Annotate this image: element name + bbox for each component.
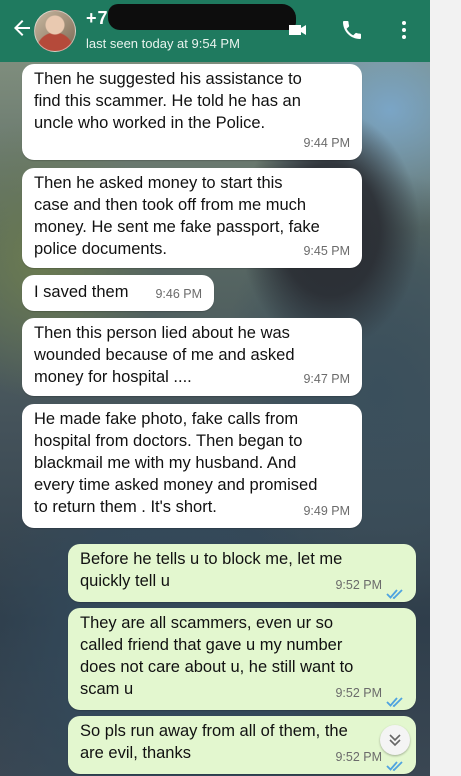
- incoming-message[interactable]: Then he suggested his assistance to find…: [22, 64, 362, 160]
- incoming-message[interactable]: Then this person lied about he was wound…: [22, 318, 362, 396]
- incoming-message[interactable]: He made fake photo, fake calls from hosp…: [22, 404, 362, 528]
- video-camera-icon[interactable]: [286, 18, 310, 42]
- chat-screen: +7 9 last seen today at 9:54 PM Then he …: [0, 0, 430, 776]
- message-time: 9:47 PM: [303, 372, 350, 386]
- message-time: 9:49 PM: [303, 504, 350, 518]
- incoming-message[interactable]: I saved them 9:46 PM: [22, 275, 214, 311]
- arrow-left-icon[interactable]: [8, 16, 36, 44]
- read-ticks-icon: [386, 692, 406, 708]
- message-time: 9:45 PM: [303, 244, 350, 258]
- outgoing-message[interactable]: They are all scammers, even ur so called…: [68, 608, 416, 710]
- chevron-double-down-icon: [386, 731, 404, 754]
- more-vertical-icon[interactable]: [392, 18, 416, 42]
- outgoing-message[interactable]: Before he tells u to block me, let me qu…: [68, 544, 416, 602]
- incoming-message[interactable]: Then he asked money to start this case a…: [22, 168, 362, 268]
- outgoing-message[interactable]: So pls run away from all of them, the ar…: [68, 716, 416, 774]
- phone-icon[interactable]: [340, 18, 364, 42]
- chat-header: +7 9 last seen today at 9:54 PM: [0, 0, 430, 62]
- scroll-down-button[interactable]: [380, 725, 410, 755]
- message-text: Then he suggested his assistance to find…: [34, 70, 302, 132]
- read-ticks-icon: [386, 584, 406, 600]
- redaction-mark: [108, 4, 296, 30]
- message-time: 9:52 PM: [335, 686, 382, 700]
- message-time: 9:52 PM: [335, 578, 382, 592]
- message-time: 9:46 PM: [155, 287, 202, 301]
- message-time: 9:52 PM: [335, 750, 382, 764]
- read-ticks-icon: [386, 756, 406, 772]
- margin-strip: [430, 0, 461, 776]
- avatar[interactable]: [34, 10, 76, 52]
- message-time: 9:44 PM: [303, 136, 350, 150]
- last-seen-status: last seen today at 9:54 PM: [86, 36, 240, 51]
